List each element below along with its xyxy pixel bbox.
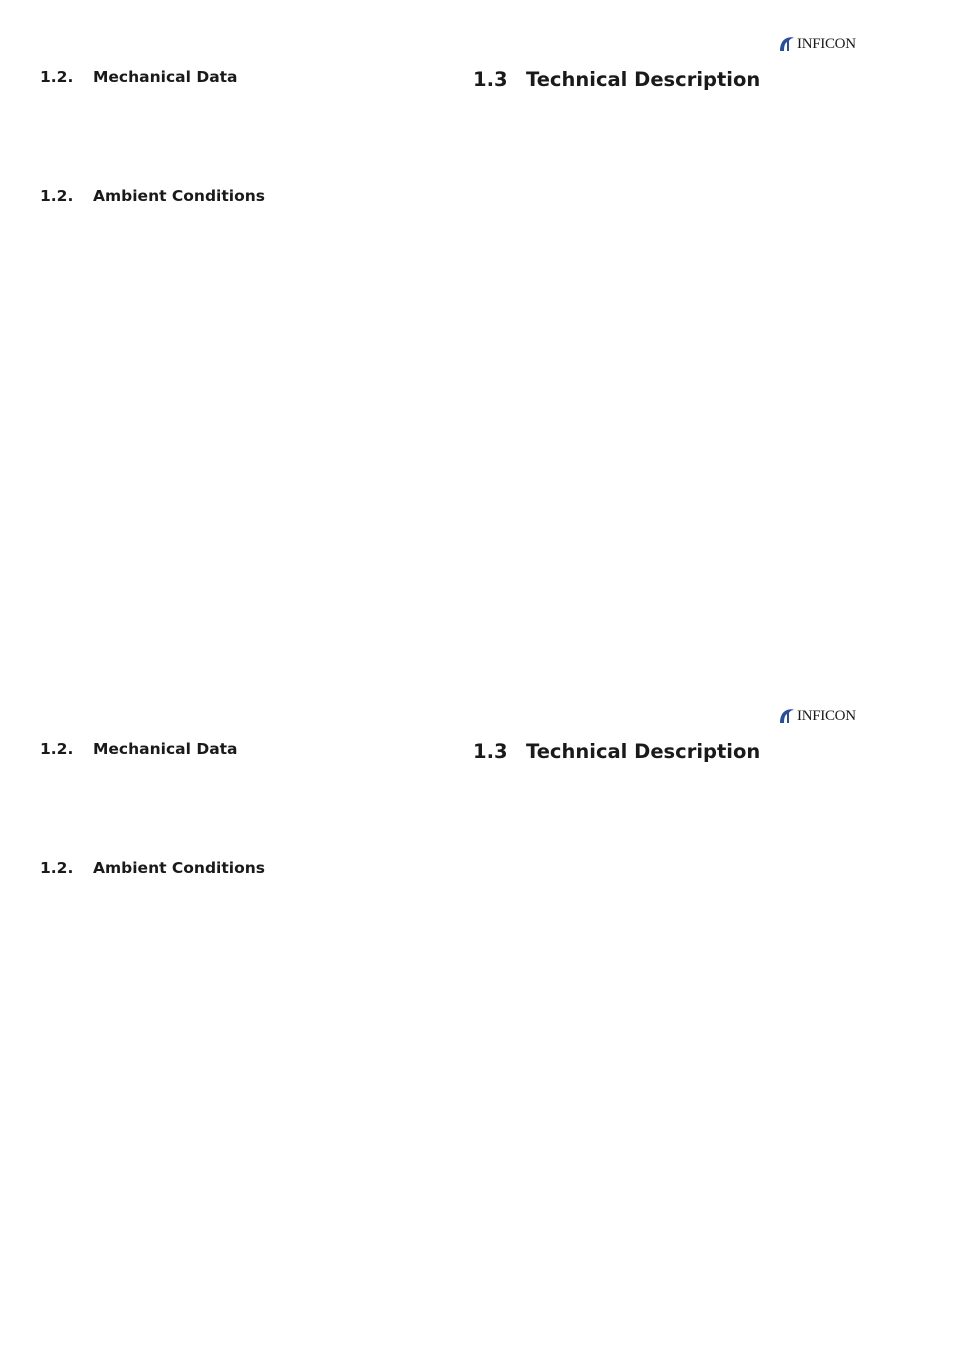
chapter-number: 1.3	[473, 68, 508, 91]
section-heading-mechanical-data: 1.2. Mechanical Data	[40, 739, 340, 759]
logo-wordmark: INFICON	[797, 707, 856, 724]
section-number: 1.2.	[40, 68, 74, 86]
section-title: Ambient Conditions	[93, 859, 266, 877]
section-heading-ambient-conditions: 1.2. Ambient Conditions	[40, 858, 340, 878]
inficon-logo: INFICON	[779, 34, 856, 54]
section-title: Ambient Conditions	[93, 187, 266, 205]
inficon-logo: INFICON	[779, 706, 856, 726]
chapter-heading-technical-description: 1.3 Technical Description	[473, 67, 873, 93]
logo-wordmark: INFICON	[797, 35, 856, 52]
chapter-number: 1.3	[473, 740, 508, 763]
chapter-heading-technical-description: 1.3 Technical Description	[473, 739, 873, 765]
section-number: 1.2.	[40, 187, 74, 205]
inficon-swoosh-icon	[780, 37, 794, 51]
section-number: 1.2.	[40, 859, 74, 877]
document-page-2: INFICON 1.2. Mechanical Data 1.2. Ambien…	[0, 672, 954, 1344]
section-heading-ambient-conditions: 1.2. Ambient Conditions	[40, 186, 340, 206]
section-title: Mechanical Data	[93, 68, 238, 86]
chapter-title: Technical Description	[526, 740, 761, 763]
inficon-swoosh-icon	[780, 709, 794, 723]
chapter-title: Technical Description	[526, 68, 761, 91]
section-heading-mechanical-data: 1.2. Mechanical Data	[40, 67, 340, 87]
document-page-1: INFICON 1.2. Mechanical Data 1.2. Ambien…	[0, 0, 954, 672]
section-title: Mechanical Data	[93, 740, 238, 758]
section-number: 1.2.	[40, 740, 74, 758]
